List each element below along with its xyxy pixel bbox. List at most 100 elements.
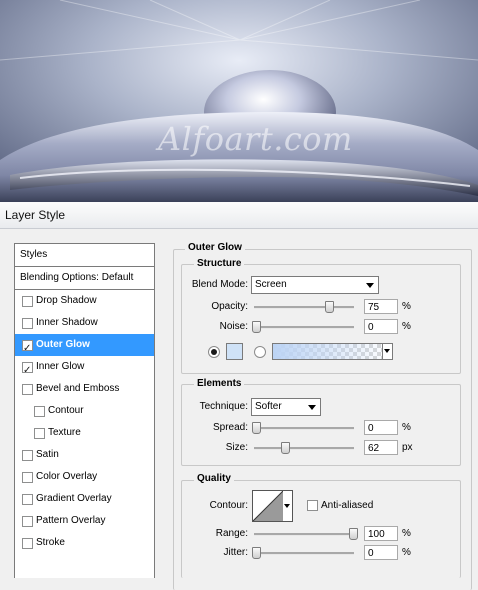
style-item-label: Outer Glow (36, 339, 90, 350)
dialog-title: Layer Style (5, 208, 66, 222)
blend-mode-label: Blend Mode: (191, 279, 248, 290)
noise-slider-thumb[interactable] (252, 321, 261, 333)
opacity-slider-thumb[interactable] (325, 301, 334, 313)
style-item-gradient-overlay[interactable]: Gradient Overlay (15, 488, 154, 510)
contour-preview-icon[interactable] (252, 490, 284, 522)
jitter-slider[interactable] (254, 552, 354, 555)
opacity-unit: % (402, 301, 411, 312)
anti-aliased-checkbox[interactable] (307, 500, 318, 511)
noise-label: Noise: (219, 321, 248, 332)
gradient-radio[interactable] (254, 346, 266, 358)
styles-list: Styles Blending Options: Default Drop Sh… (14, 243, 155, 578)
opacity-input[interactable]: 75 (364, 299, 398, 314)
contour-dropdown-icon[interactable] (283, 490, 293, 522)
gradient-overlay-checkbox[interactable] (22, 494, 33, 505)
spread-slider-thumb[interactable] (252, 422, 261, 434)
size-slider-thumb[interactable] (281, 442, 290, 454)
style-item-bevel-emboss[interactable]: Bevel and Emboss (15, 378, 154, 400)
linear-contour-icon (253, 491, 283, 521)
contour-checkbox[interactable] (34, 406, 45, 417)
stroke-checkbox[interactable] (22, 538, 33, 549)
dialog-titlebar[interactable]: Layer Style (0, 202, 478, 229)
style-item-contour[interactable]: Contour (15, 400, 154, 422)
style-item-satin[interactable]: Satin (15, 444, 154, 466)
spread-unit: % (402, 422, 411, 433)
outer-glow-title: Outer Glow (185, 242, 245, 253)
blend-mode-value: Screen (255, 279, 287, 290)
blending-options-label: Blending Options: Default (20, 272, 134, 283)
style-item-label: Stroke (36, 537, 65, 548)
size-unit: px (402, 442, 413, 453)
spread-slider[interactable] (254, 427, 354, 430)
drop-shadow-checkbox[interactable] (22, 296, 33, 307)
style-item-label: Bevel and Emboss (36, 383, 120, 394)
color-radio[interactable] (208, 346, 220, 358)
style-item-label: Inner Shadow (36, 317, 98, 328)
blending-options-item[interactable]: Blending Options: Default (15, 267, 154, 290)
contour-label: Contour: (209, 500, 248, 511)
technique-label: Technique: (199, 401, 248, 412)
style-item-label: Satin (36, 449, 59, 460)
style-item-pattern-overlay[interactable]: Pattern Overlay (15, 510, 154, 532)
color-overlay-checkbox[interactable] (22, 472, 33, 483)
gradient-dropdown-icon[interactable] (382, 343, 393, 360)
style-item-label: Drop Shadow (36, 295, 97, 306)
styles-header[interactable]: Styles (15, 244, 154, 267)
size-slider[interactable] (254, 447, 354, 450)
watermark-text: Alfoart.com (158, 120, 353, 158)
jitter-input[interactable]: 0 (364, 545, 398, 560)
style-item-label: Texture (48, 427, 81, 438)
elements-title: Elements (194, 378, 245, 389)
style-item-label: Inner Glow (36, 361, 85, 372)
range-slider-thumb[interactable] (349, 528, 358, 540)
spread-label: Spread: (212, 422, 248, 433)
style-item-outer-glow[interactable]: Outer Glow (15, 334, 154, 360)
opacity-slider[interactable] (254, 306, 354, 309)
style-item-color-overlay[interactable]: Color Overlay (15, 466, 154, 488)
structure-title: Structure (194, 258, 245, 269)
style-item-label: Contour (48, 405, 84, 416)
ufo-render (0, 0, 478, 202)
bevel-emboss-checkbox[interactable] (22, 384, 33, 395)
size-input[interactable]: 62 (364, 440, 398, 455)
style-item-inner-glow[interactable]: Inner Glow (15, 356, 154, 382)
style-item-stroke[interactable]: Stroke (15, 532, 154, 554)
pattern-overlay-checkbox[interactable] (22, 516, 33, 527)
jitter-slider-thumb[interactable] (252, 547, 261, 559)
noise-input[interactable]: 0 (364, 319, 398, 334)
technique-value: Softer (255, 401, 282, 412)
style-item-drop-shadow[interactable]: Drop Shadow (15, 290, 154, 312)
range-label: Range: (215, 528, 248, 539)
anti-aliased-label: Anti-aliased (321, 500, 374, 511)
texture-checkbox[interactable] (34, 428, 45, 439)
outer-glow-checkbox[interactable] (22, 338, 33, 360)
glow-gradient-picker[interactable] (272, 343, 392, 360)
style-item-texture[interactable]: Texture (15, 422, 154, 444)
satin-checkbox[interactable] (22, 450, 33, 461)
styles-header-label: Styles (20, 249, 48, 260)
style-item-inner-shadow[interactable]: Inner Shadow (15, 312, 154, 334)
size-label: Size: (225, 442, 248, 453)
noise-slider[interactable] (254, 326, 354, 329)
inner-glow-checkbox[interactable] (22, 360, 33, 382)
blend-mode-select[interactable]: Screen (251, 276, 379, 294)
layer-style-dialog: Layer Style Styles Blending Options: Def… (0, 202, 478, 590)
range-input[interactable]: 100 (364, 526, 398, 541)
glow-color-swatch[interactable] (226, 343, 243, 360)
range-unit: % (402, 528, 411, 539)
technique-select[interactable]: Softer (251, 398, 321, 416)
quality-title: Quality (194, 473, 234, 484)
style-item-label: Gradient Overlay (36, 493, 112, 504)
preview-image: Alfoart.com (0, 0, 478, 202)
range-slider[interactable] (254, 533, 354, 536)
spread-input[interactable]: 0 (364, 420, 398, 435)
opacity-label: Opacity: (211, 301, 248, 312)
chevron-down-icon (366, 283, 374, 288)
noise-unit: % (402, 321, 411, 332)
style-item-label: Pattern Overlay (36, 515, 106, 526)
style-item-label: Color Overlay (36, 471, 98, 482)
jitter-unit: % (402, 547, 411, 558)
jitter-label: Jitter: (223, 547, 248, 558)
inner-shadow-checkbox[interactable] (22, 318, 33, 329)
chevron-down-icon (308, 405, 316, 410)
